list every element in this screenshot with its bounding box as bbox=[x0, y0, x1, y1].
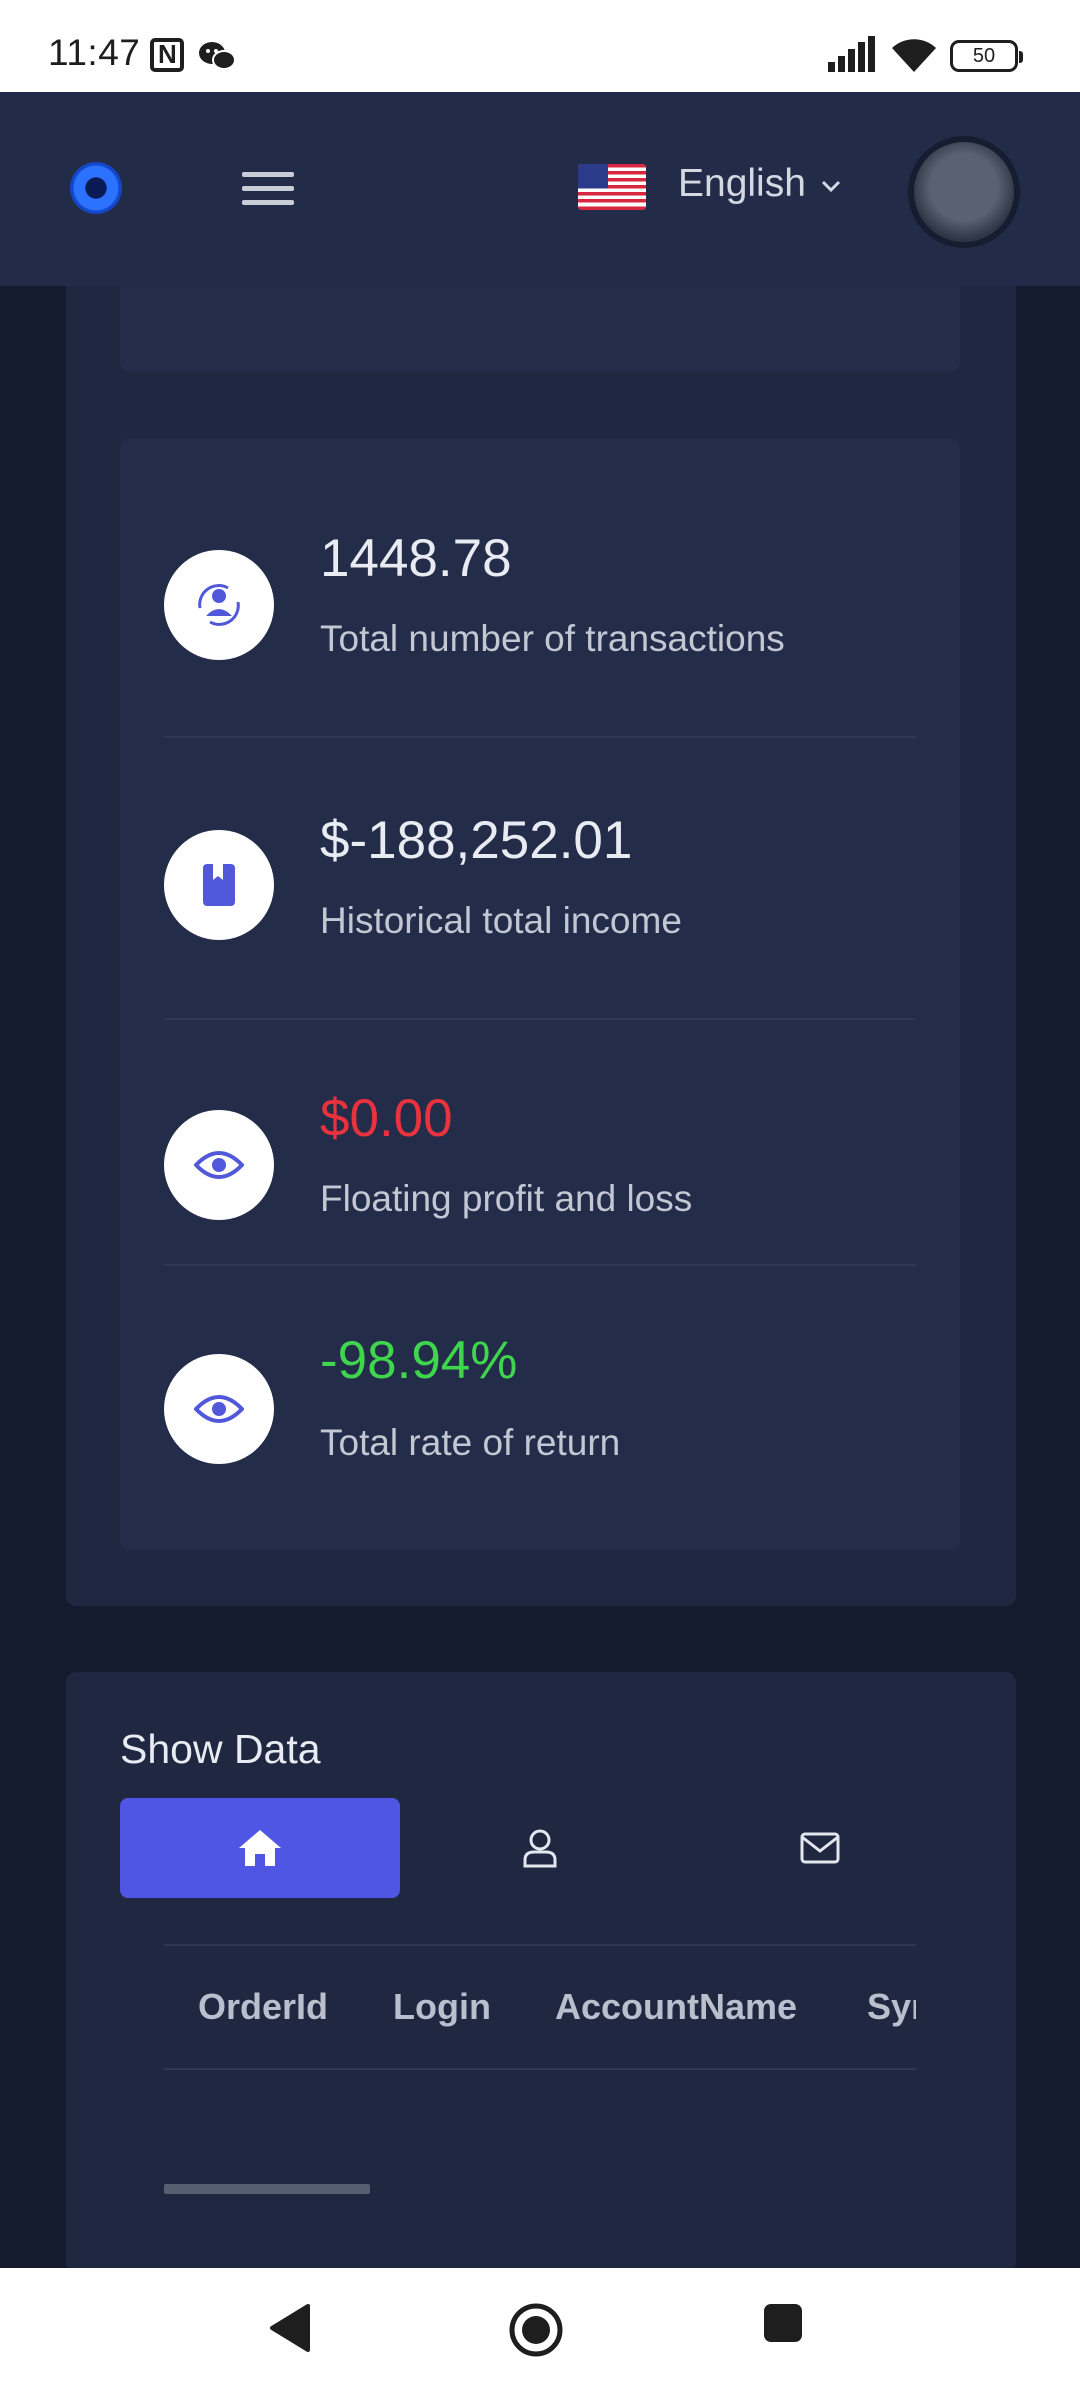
tab-user[interactable] bbox=[400, 1798, 680, 1898]
eye-icon bbox=[164, 1110, 274, 1220]
us-flag-icon[interactable] bbox=[578, 164, 646, 210]
stat-value: 1448.78 bbox=[320, 529, 512, 588]
wifi-icon bbox=[892, 39, 936, 72]
bookmark-icon bbox=[164, 830, 274, 940]
stat-label: Total rate of return bbox=[320, 1422, 621, 1463]
status-bar: 11:47 50 bbox=[0, 0, 1080, 92]
mail-icon bbox=[800, 1832, 840, 1864]
stat-value: $0.00 bbox=[320, 1089, 453, 1148]
horizontal-scrollbar[interactable] bbox=[164, 2184, 370, 2194]
nfc-icon bbox=[150, 38, 184, 72]
stat-value: -98.94% bbox=[320, 1331, 518, 1390]
language-selector[interactable]: English bbox=[678, 162, 806, 206]
stat-value: $-188,252.01 bbox=[320, 811, 633, 870]
user-avatar[interactable] bbox=[914, 142, 1014, 242]
user-sync-icon bbox=[164, 550, 274, 660]
wechat-icon bbox=[199, 42, 236, 70]
status-time: 11:47 bbox=[48, 32, 141, 73]
stat-floating-pl: $0.00 Floating profit and loss bbox=[164, 1022, 916, 1266]
previous-card bbox=[120, 286, 960, 372]
brand-logo[interactable] bbox=[70, 162, 122, 214]
table-header: OrderId Login AccountName Symbol bbox=[164, 1944, 916, 2070]
stat-income: $-188,252.01 Historical total income bbox=[164, 740, 916, 1020]
chevron-down-icon[interactable] bbox=[820, 178, 842, 194]
stat-rate-of-return: -98.94% Total rate of return bbox=[164, 1268, 916, 1508]
recents-icon[interactable] bbox=[762, 2302, 804, 2344]
stat-label: Floating profit and loss bbox=[320, 1178, 693, 1219]
home-circle-icon[interactable] bbox=[508, 2302, 564, 2358]
stat-label: Total number of transactions bbox=[320, 618, 785, 659]
user-icon bbox=[523, 1829, 557, 1868]
home-icon bbox=[239, 1830, 281, 1866]
column-header-accountname[interactable]: AccountName bbox=[555, 1986, 797, 2028]
system-nav-bar bbox=[0, 2268, 1080, 2400]
signal-icon bbox=[828, 36, 875, 72]
back-icon[interactable] bbox=[268, 2302, 312, 2354]
stat-label: Historical total income bbox=[320, 900, 682, 941]
app-header: English bbox=[0, 92, 1080, 286]
tab-mail[interactable] bbox=[680, 1798, 960, 1898]
hamburger-menu-icon[interactable] bbox=[242, 172, 294, 206]
section-title: Show Data bbox=[120, 1726, 321, 1772]
stat-transactions: 1448.78 Total number of transactions bbox=[164, 520, 916, 738]
column-header-orderid[interactable]: OrderId bbox=[198, 1986, 328, 2028]
column-header-login[interactable]: Login bbox=[393, 1986, 491, 2028]
eye-icon bbox=[164, 1354, 274, 1464]
tab-home[interactable] bbox=[120, 1798, 400, 1898]
column-header-symbol[interactable]: Symbol bbox=[867, 1986, 916, 2028]
battery-icon: 50 bbox=[950, 40, 1023, 72]
